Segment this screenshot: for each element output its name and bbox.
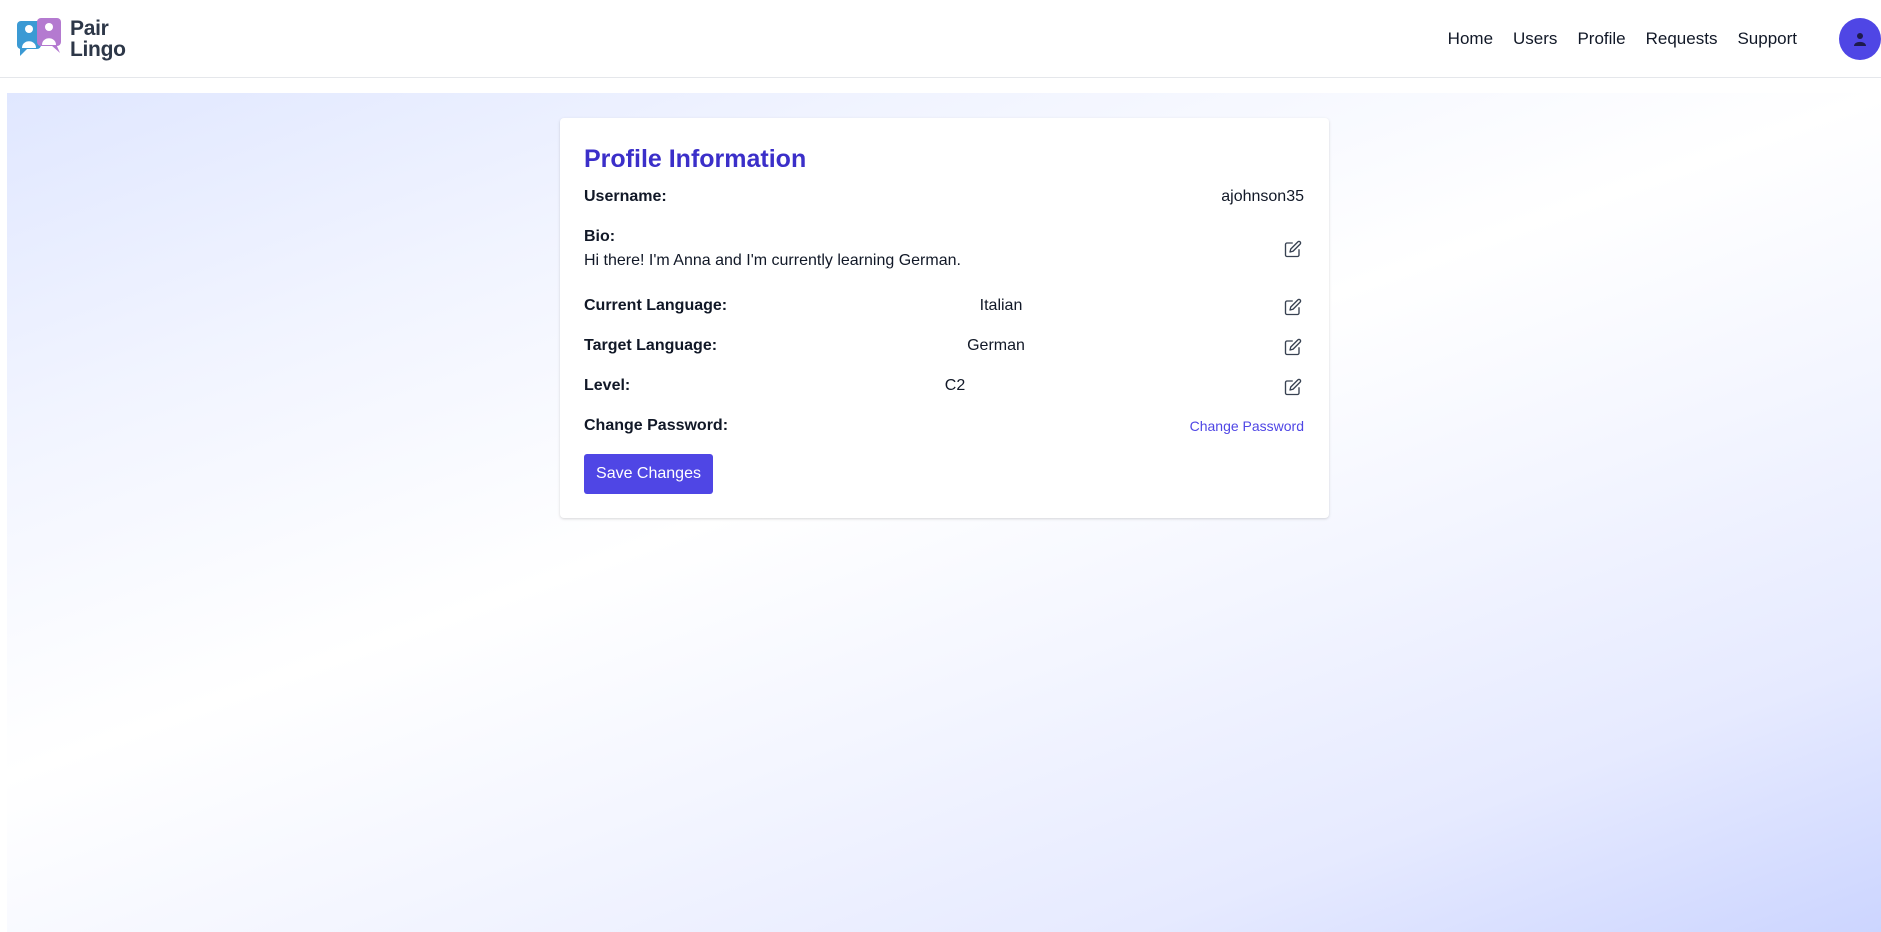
edit-icon [1284, 338, 1302, 356]
edit-bio-button[interactable] [1282, 238, 1304, 260]
edit-icon [1284, 240, 1302, 258]
change-password-row: Change Password: Change Password [584, 414, 1304, 440]
navbar: Pair Lingo Home Users Profile Requests S… [0, 0, 1881, 78]
edit-icon [1284, 298, 1302, 316]
current-language-value: Italian [979, 297, 1023, 314]
brand-name-line1: Pair [70, 17, 109, 40]
level-label: Level: [584, 377, 631, 394]
bio-row: Bio: Hi there! I'm Anna and I'm currentl… [584, 226, 1304, 272]
username-value: ajohnson35 [1221, 188, 1304, 205]
target-language-value: German [967, 337, 1025, 354]
profile-card: Profile Information Username: ajohnson35… [560, 118, 1329, 518]
nav-link-requests[interactable]: Requests [1646, 29, 1718, 49]
nav-link-support[interactable]: Support [1737, 29, 1797, 49]
bio-label: Bio: [584, 228, 616, 245]
brand-name-line2: Lingo [70, 38, 126, 61]
user-avatar-button[interactable] [1839, 18, 1881, 60]
target-language-label: Target Language: [584, 337, 718, 354]
edit-target-language-button[interactable] [1282, 336, 1304, 358]
brand-name: Pair Lingo [70, 18, 126, 60]
pair-lingo-logo-icon [17, 18, 61, 56]
change-password-label: Change Password: [584, 417, 729, 434]
change-password-link[interactable]: Change Password [1190, 418, 1304, 434]
user-icon [1854, 33, 1866, 46]
level-value: C2 [944, 377, 966, 394]
edit-icon [1284, 378, 1302, 396]
page-title: Profile Information [584, 145, 807, 173]
current-language-label: Current Language: [584, 297, 728, 314]
username-row: Username: ajohnson35 [584, 186, 1304, 210]
main-content: Profile Information Username: ajohnson35… [7, 93, 1881, 932]
nav-link-users[interactable]: Users [1513, 29, 1557, 49]
level-row: Level: C2 [584, 374, 1304, 400]
nav-link-profile[interactable]: Profile [1577, 29, 1625, 49]
target-language-row: Target Language: German [584, 334, 1304, 360]
current-language-row: Current Language: Italian [584, 294, 1304, 320]
edit-current-language-button[interactable] [1282, 296, 1304, 318]
brand-logo[interactable]: Pair Lingo [16, 18, 126, 60]
edit-level-button[interactable] [1282, 376, 1304, 398]
bio-value: Hi there! I'm Anna and I'm currently lea… [584, 252, 961, 269]
nav-links: Home Users Profile Requests Support [1448, 0, 1797, 78]
username-label: Username: [584, 188, 667, 205]
nav-link-home[interactable]: Home [1448, 29, 1493, 49]
save-changes-button[interactable]: Save Changes [584, 454, 713, 494]
